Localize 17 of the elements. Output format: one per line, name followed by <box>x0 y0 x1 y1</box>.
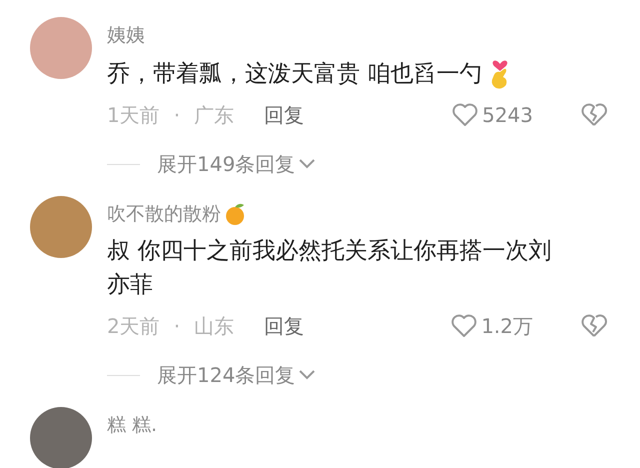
comment-time: 2天前 <box>107 312 160 340</box>
reply-button[interactable]: 回复 <box>264 102 304 128</box>
comment-time: 1天前 <box>107 102 160 128</box>
expand-replies-button[interactable]: 展开124条回复 <box>157 362 316 388</box>
like-count: 5243 <box>482 103 533 127</box>
comment-text: 乔，带着瓢，这泼天富贵 咱也舀一勺 <box>107 60 482 89</box>
comment-text: 叔 你四十之前我必然托关系让你再搭一次刘亦菲 <box>107 237 552 300</box>
comment-location: 广东 <box>194 102 234 128</box>
comment-location: 山东 <box>194 312 234 340</box>
like-count: 1.2万 <box>481 312 533 340</box>
separator-dot: · <box>174 103 180 127</box>
expand-replies-button[interactable]: 展开149条回复 <box>157 150 316 178</box>
reply-button[interactable]: 回复 <box>264 312 304 340</box>
username[interactable]: 糕 糕. <box>107 412 158 438</box>
username[interactable]: 吹不散的散粉 <box>107 201 221 227</box>
username[interactable]: 姨姨 <box>107 22 145 48</box>
separator-dot: · <box>174 314 180 338</box>
